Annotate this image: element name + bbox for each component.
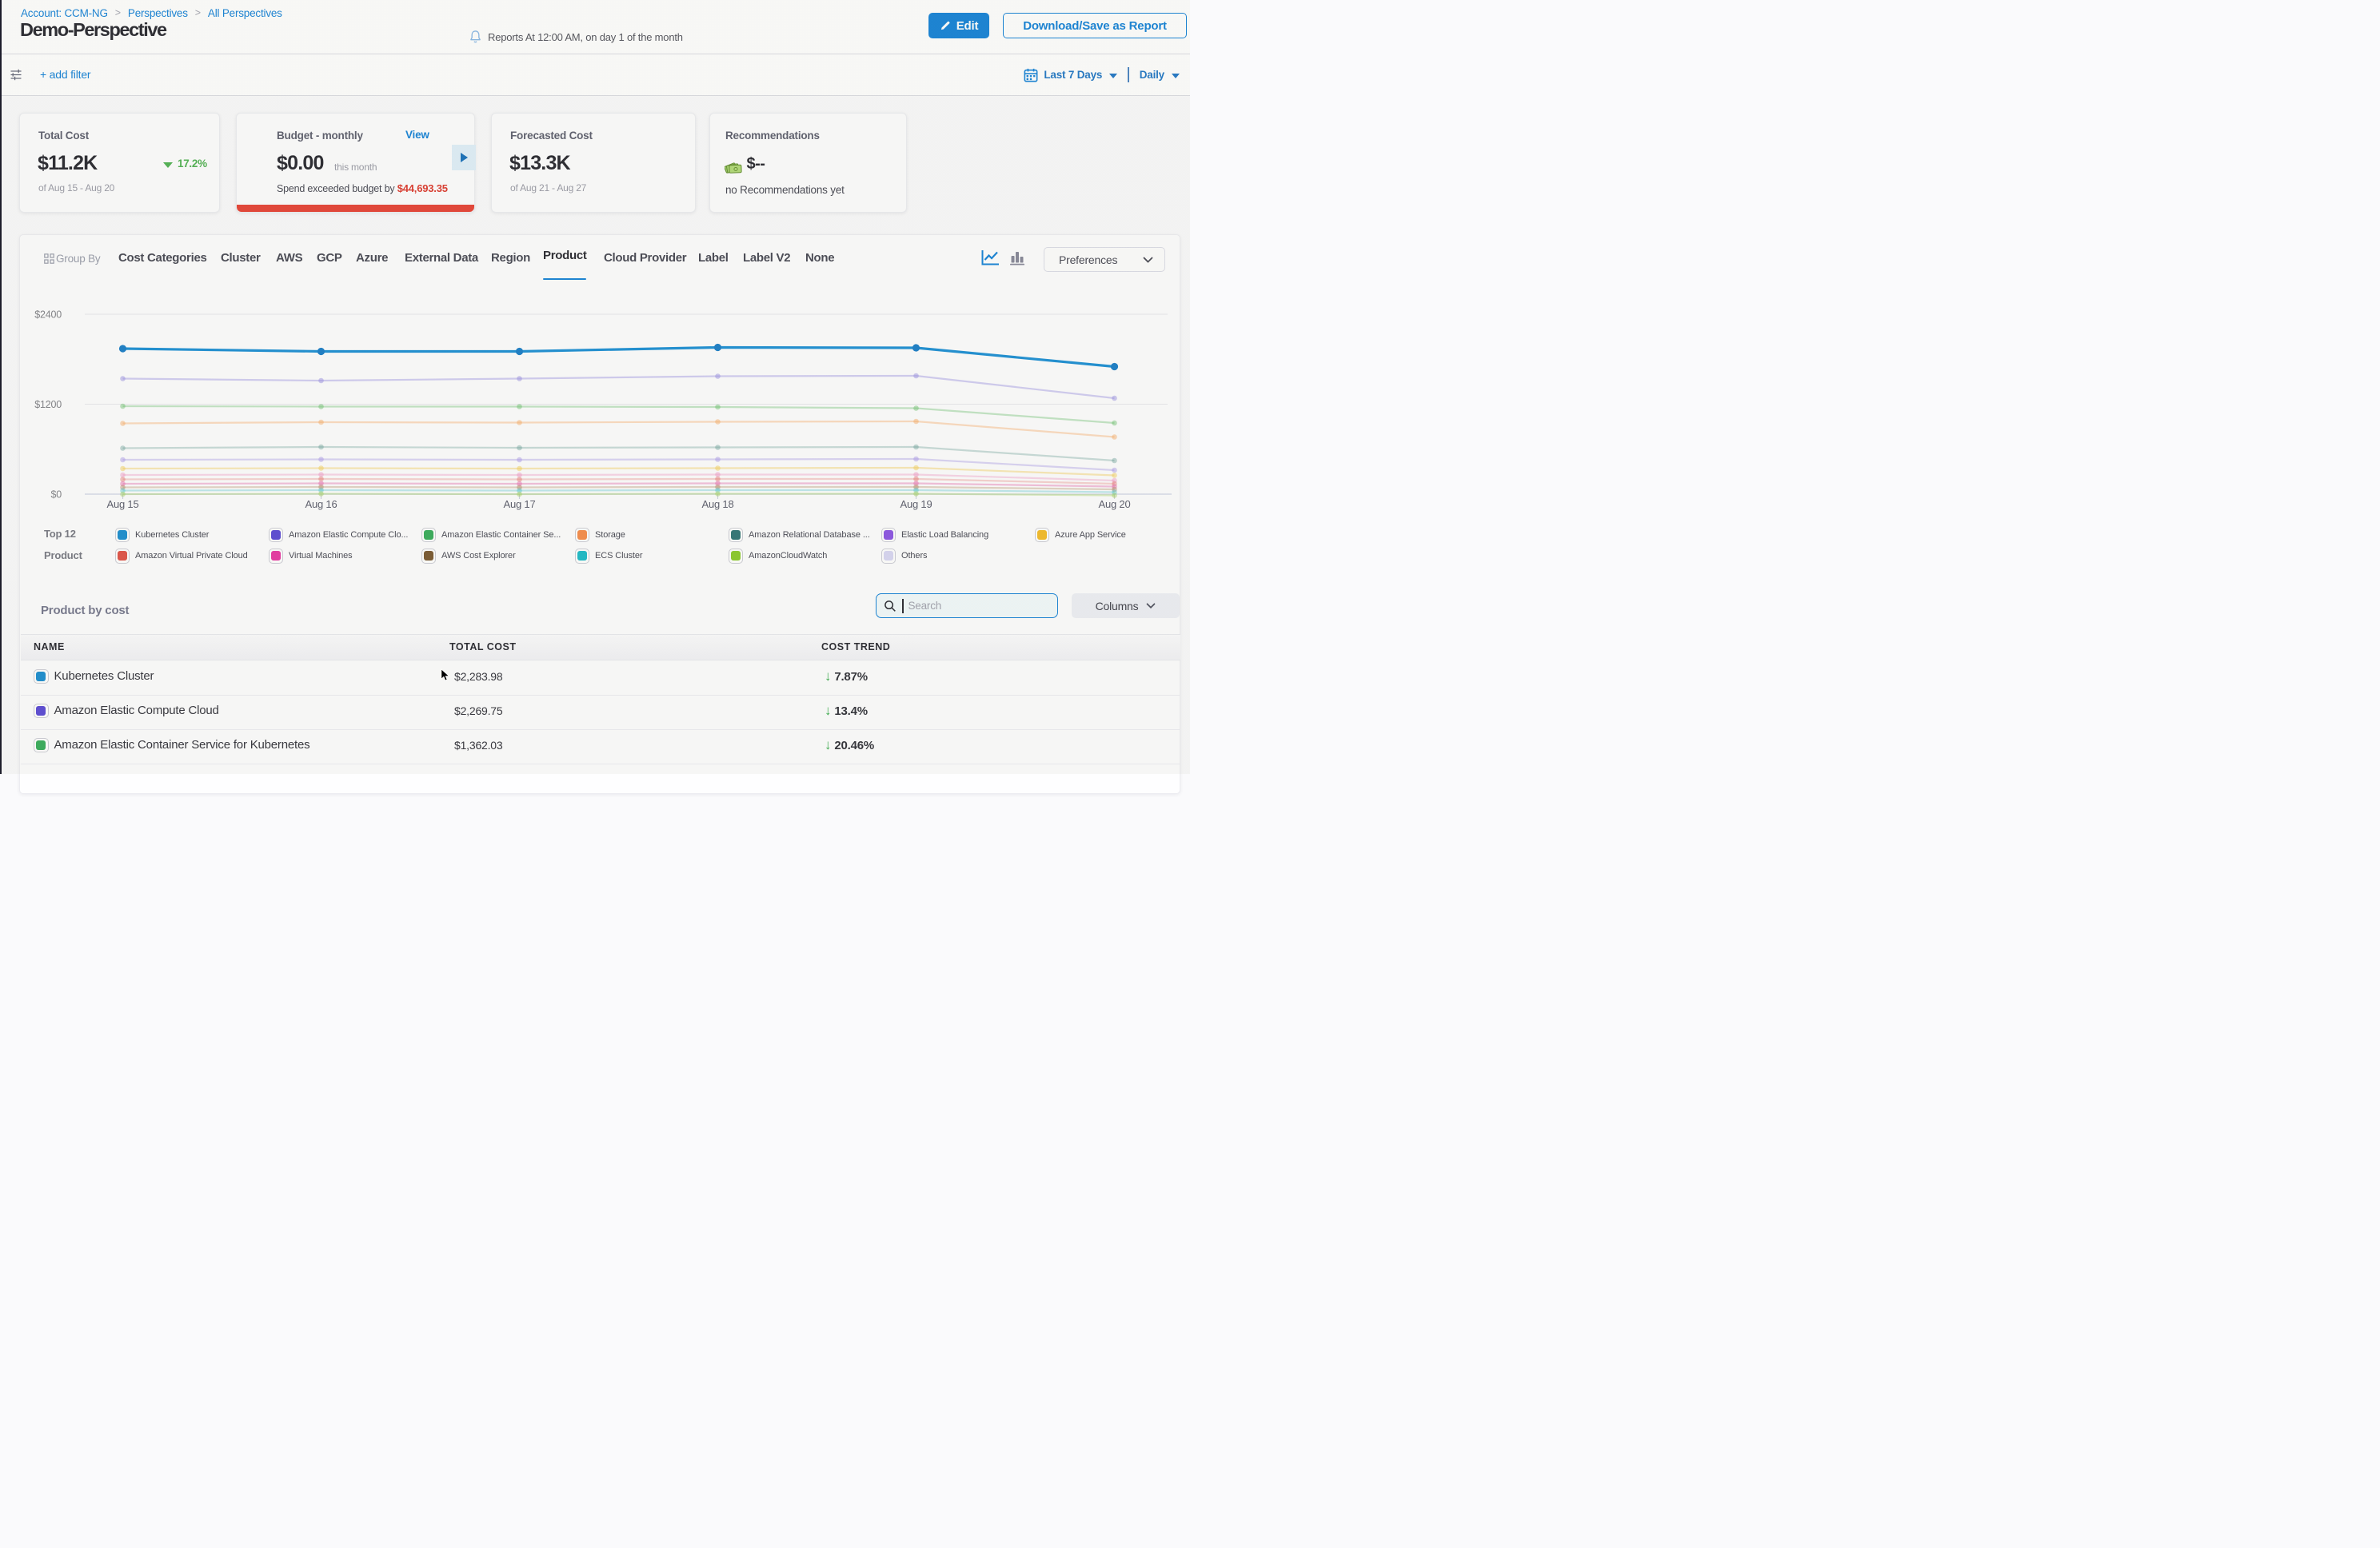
svg-text:Aug 16: Aug 16 [305, 498, 337, 510]
svg-text:$1200: $1200 [34, 399, 62, 410]
svg-text:$0: $0 [50, 489, 62, 501]
svg-text:Aug 17: Aug 17 [503, 498, 535, 510]
svg-text:Aug 15: Aug 15 [106, 498, 138, 510]
svg-text:Aug 20: Aug 20 [1098, 498, 1130, 510]
svg-text:Aug 18: Aug 18 [701, 498, 733, 510]
svg-text:$2400: $2400 [34, 309, 62, 321]
svg-text:Aug 19: Aug 19 [900, 498, 932, 510]
